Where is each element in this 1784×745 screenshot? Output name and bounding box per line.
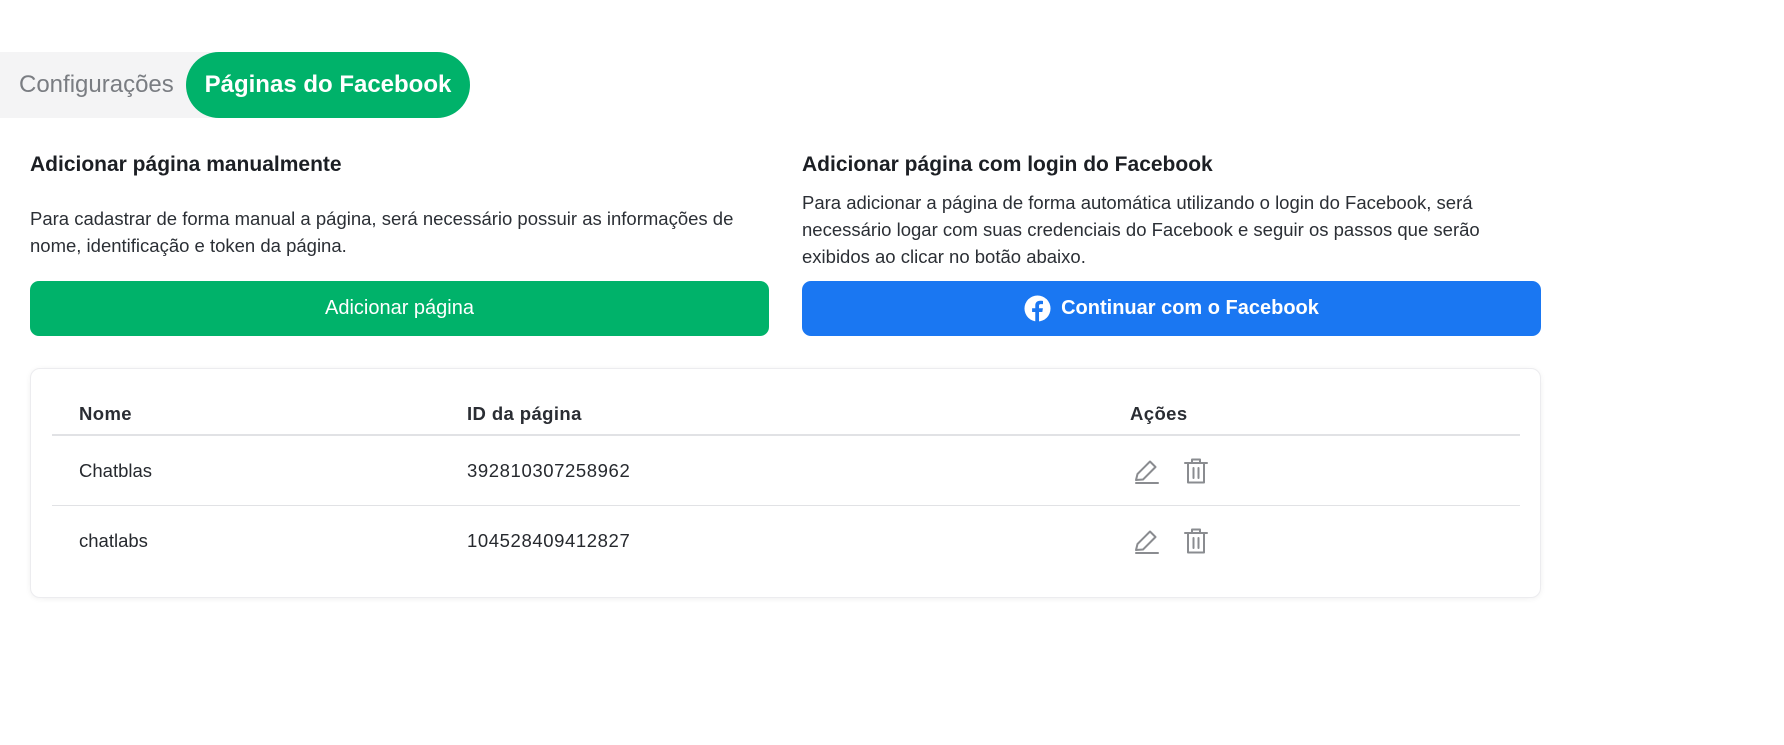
- row-name: chatlabs: [79, 530, 148, 551]
- row-page-id: 392810307258962: [467, 459, 631, 481]
- add-page-button-label: Adicionar página: [325, 297, 474, 319]
- pages-table: Nome ID da página Ações Chatblas 3928103…: [30, 368, 1541, 598]
- continue-with-facebook-button[interactable]: Continuar com o Facebook: [802, 281, 1541, 336]
- table-row: chatlabs 104528409412827: [52, 506, 1520, 576]
- continue-with-facebook-label: Continuar com o Facebook: [1061, 297, 1319, 319]
- column-header-page-id: ID da página: [467, 403, 582, 424]
- manual-section: Adicionar página manualmente Para cadast…: [30, 150, 770, 259]
- trash-icon[interactable]: [1180, 525, 1212, 557]
- row-actions: [1130, 436, 1230, 505]
- manual-section-title: Adicionar página manualmente: [30, 153, 342, 176]
- row-page-id: 104528409412827: [467, 530, 631, 551]
- tab-paginas-do-facebook[interactable]: Páginas do Facebook: [186, 52, 470, 118]
- manual-section-description: Para cadastrar de forma manual a página,…: [30, 208, 734, 256]
- facebook-icon: [1024, 295, 1051, 322]
- column-header-actions: Ações: [1130, 403, 1188, 424]
- facebook-pages-settings: Configurações Páginas do Facebook Adicio…: [0, 0, 1784, 745]
- facebook-login-section-description: Para adicionar a página de forma automát…: [802, 192, 1480, 267]
- column-header-name: Nome: [79, 403, 132, 424]
- tab-configuracoes[interactable]: Configurações: [19, 52, 174, 118]
- row-name: Chatblas: [79, 459, 153, 481]
- edit-icon[interactable]: [1130, 525, 1162, 557]
- add-page-button[interactable]: Adicionar página: [30, 281, 769, 336]
- row-actions: [1130, 506, 1230, 576]
- facebook-login-section: Adicionar página com login do Facebook P…: [802, 150, 1542, 270]
- trash-icon[interactable]: [1180, 455, 1212, 487]
- facebook-login-section-title: Adicionar página com login do Facebook: [802, 153, 1213, 176]
- tab-bar: Configurações Páginas do Facebook: [0, 52, 470, 118]
- edit-icon[interactable]: [1130, 455, 1162, 487]
- table-header: Nome ID da página Ações: [52, 392, 1520, 436]
- table-row: Chatblas 392810307258962: [52, 436, 1520, 506]
